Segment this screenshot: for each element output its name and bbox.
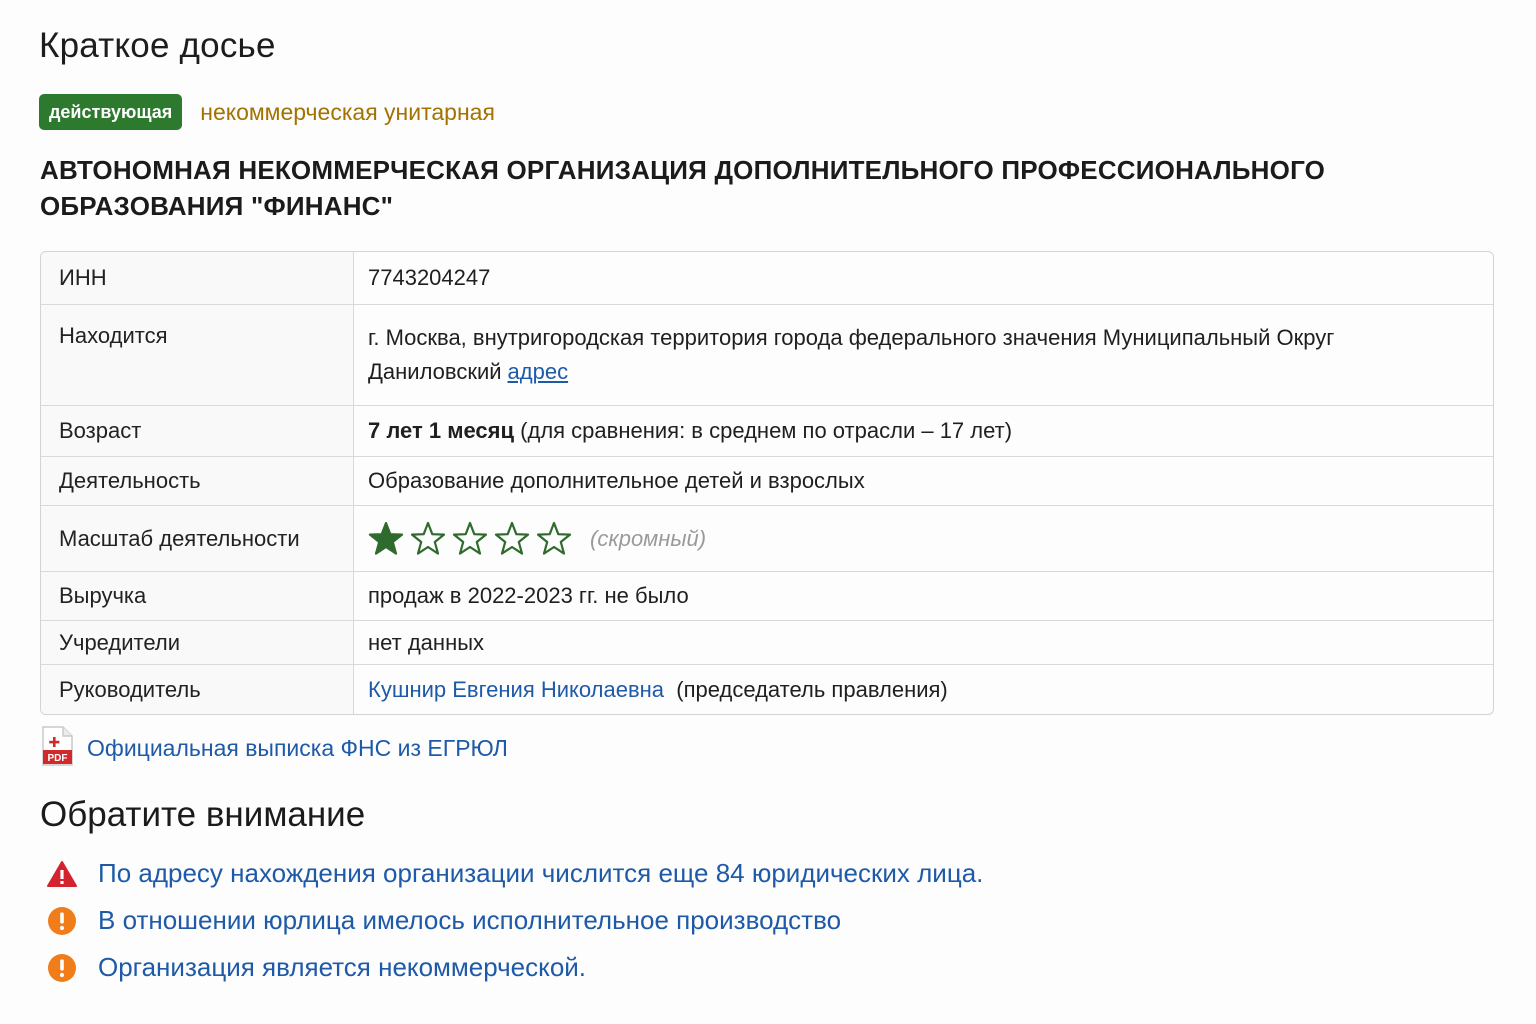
star-empty-icon bbox=[494, 521, 530, 555]
rating-stars bbox=[368, 521, 578, 557]
director-role: (председатель правления) bbox=[676, 676, 948, 702]
company-brief-page: Краткое досье действующая некоммерческая… bbox=[0, 0, 1536, 1024]
scale-cell: (скромный) bbox=[354, 506, 1493, 572]
attention-text: По адресу нахождения организации числитс… bbox=[98, 858, 984, 888]
activity-value: Образование дополнительное детей и взрос… bbox=[354, 457, 1493, 506]
attention-title: Обратите внимание bbox=[40, 795, 366, 834]
age-cell: 7 лет 1 месяц (для сравнения: в среднем … bbox=[354, 406, 1493, 457]
company-info-table: ИНН 7743204247 Находится г. Москва, внут… bbox=[40, 251, 1494, 715]
egrul-extract-link[interactable]: Официальная выписка ФНС из ЕГРЮЛ bbox=[87, 735, 508, 762]
table-row-inn: ИНН 7743204247 bbox=[41, 252, 1493, 305]
star-empty-icon bbox=[410, 521, 446, 555]
age-value: 7 лет 1 месяц bbox=[368, 418, 515, 443]
attention-item[interactable]: В отношении юрлица имелось исполнительно… bbox=[46, 897, 983, 944]
director-link[interactable]: Кушнир Евгения Николаевна bbox=[368, 677, 664, 702]
exclamation-circle-icon bbox=[46, 905, 78, 937]
status-badge: действующая bbox=[39, 94, 183, 130]
table-row-head: Руководитель Кушнир Евгения Николаевна (… bbox=[41, 665, 1493, 714]
table-row-age: Возраст 7 лет 1 месяц (для сравнения: в … bbox=[41, 406, 1493, 457]
exclamation-circle-icon bbox=[46, 952, 78, 984]
star-empty-icon bbox=[452, 521, 488, 555]
attention-item[interactable]: По адресу нахождения организации числитс… bbox=[46, 850, 983, 897]
table-row-founders: Учредители нет данных bbox=[41, 621, 1493, 665]
row-label: Деятельность bbox=[41, 457, 354, 506]
row-label: Находится bbox=[41, 305, 354, 406]
table-row-scale: Масштаб деятельности (скромный) bbox=[41, 506, 1493, 572]
age-comparison: (для сравнения: в среднем по отрасли – 1… bbox=[520, 418, 1013, 443]
row-label: Масштаб деятельности bbox=[41, 506, 354, 572]
inn-value: 7743204247 bbox=[354, 252, 1493, 305]
attention-text: Организация является некоммерческой. bbox=[98, 952, 587, 982]
org-type-label: некоммерческая унитарная bbox=[200, 98, 495, 125]
location-cell: г. Москва, внутригородская территория го… bbox=[354, 305, 1493, 406]
attention-item[interactable]: Организация является некоммерческой. bbox=[46, 944, 983, 991]
attention-text: В отношении юрлица имелось исполнительно… bbox=[98, 905, 842, 935]
address-link[interactable]: адрес bbox=[508, 359, 569, 384]
row-label: Учредители bbox=[41, 621, 354, 665]
pdf-icon-label: PDF bbox=[48, 753, 68, 764]
status-row: действующая некоммерческая унитарная bbox=[39, 94, 495, 130]
star-filled-icon bbox=[368, 521, 404, 555]
revenue-value: продаж в 2022-2023 гг. не было bbox=[354, 572, 1493, 621]
pdf-file-icon: PDF bbox=[41, 726, 73, 771]
attention-list: По адресу нахождения организации числитс… bbox=[46, 850, 983, 991]
star-empty-icon bbox=[536, 521, 572, 555]
table-row-revenue: Выручка продаж в 2022-2023 гг. не было bbox=[41, 572, 1493, 621]
founders-value: нет данных bbox=[354, 621, 1493, 665]
head-cell: Кушнир Евгения Николаевна (председатель … bbox=[354, 665, 1493, 714]
table-row-activity: Деятельность Образование дополнительное … bbox=[41, 457, 1493, 506]
page-title: Краткое досье bbox=[39, 26, 276, 65]
scale-note: (скромный) bbox=[590, 525, 707, 551]
row-label: ИНН bbox=[41, 252, 354, 305]
table-row-location: Находится г. Москва, внутригородская тер… bbox=[41, 305, 1493, 406]
row-label: Выручка bbox=[41, 572, 354, 621]
row-label: Возраст bbox=[41, 406, 354, 457]
row-label: Руководитель bbox=[41, 665, 354, 714]
organization-name: АВТОНОМНАЯ НЕКОММЕРЧЕСКАЯ ОРГАНИЗАЦИЯ ДО… bbox=[40, 155, 1326, 221]
egrul-extract-row[interactable]: PDF Официальная выписка ФНС из ЕГРЮЛ bbox=[41, 726, 508, 771]
warning-triangle-icon bbox=[46, 858, 78, 890]
